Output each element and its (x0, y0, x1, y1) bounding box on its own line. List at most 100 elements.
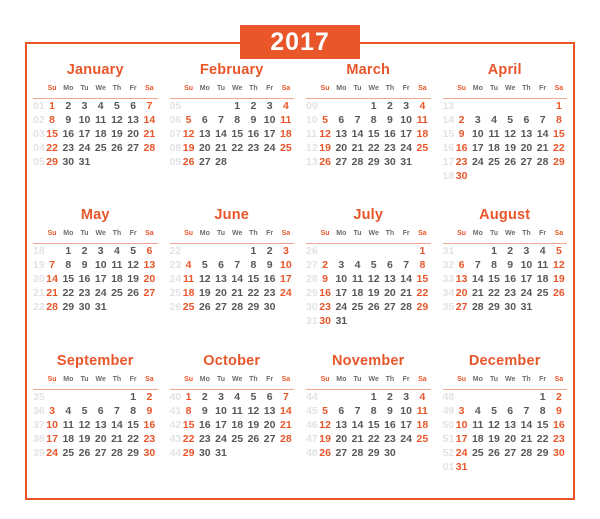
day-cell[interactable]: 23 (382, 141, 398, 155)
day-cell[interactable]: 18 (60, 432, 76, 446)
day-cell[interactable]: 3 (454, 404, 470, 418)
day-cell[interactable]: 14 (213, 127, 229, 141)
day-cell[interactable]: 25 (181, 300, 197, 314)
day-cell[interactable]: 11 (414, 404, 430, 418)
day-cell[interactable]: 22 (125, 432, 141, 446)
day-cell[interactable]: 29 (535, 446, 551, 460)
day-cell[interactable]: 15 (366, 418, 382, 432)
day-cell[interactable]: 15 (535, 418, 551, 432)
day-cell[interactable]: 4 (470, 404, 486, 418)
day-cell[interactable]: 6 (197, 113, 213, 127)
day-cell[interactable]: 21 (141, 127, 157, 141)
day-cell[interactable]: 9 (502, 258, 518, 272)
day-cell[interactable]: 19 (317, 432, 333, 446)
day-cell[interactable]: 2 (197, 389, 213, 404)
day-cell[interactable]: 10 (518, 258, 534, 272)
day-cell[interactable]: 10 (278, 258, 294, 272)
day-cell[interactable]: 24 (44, 446, 60, 460)
day-cell[interactable]: 26 (317, 155, 333, 169)
day-cell[interactable]: 2 (317, 258, 333, 272)
day-cell[interactable]: 3 (470, 113, 486, 127)
day-cell[interactable]: 27 (141, 286, 157, 300)
day-cell[interactable]: 14 (518, 418, 534, 432)
day-cell[interactable]: 6 (93, 404, 109, 418)
day-cell[interactable]: 16 (245, 127, 261, 141)
day-cell[interactable]: 13 (518, 127, 534, 141)
day-cell[interactable]: 13 (213, 272, 229, 286)
day-cell[interactable]: 15 (44, 127, 60, 141)
day-cell[interactable]: 30 (551, 446, 567, 460)
day-cell[interactable]: 8 (181, 404, 197, 418)
day-cell[interactable]: 3 (333, 258, 349, 272)
day-cell[interactable]: 1 (535, 389, 551, 404)
day-cell[interactable]: 4 (109, 244, 125, 259)
day-cell[interactable]: 2 (502, 244, 518, 259)
day-cell[interactable]: 24 (213, 432, 229, 446)
day-cell[interactable]: 27 (93, 446, 109, 460)
day-cell[interactable]: 2 (382, 389, 398, 404)
day-cell[interactable]: 17 (93, 272, 109, 286)
day-cell[interactable]: 3 (213, 389, 229, 404)
day-cell[interactable]: 7 (213, 113, 229, 127)
day-cell[interactable]: 10 (44, 418, 60, 432)
day-cell[interactable]: 27 (213, 300, 229, 314)
day-cell[interactable]: 18 (109, 272, 125, 286)
day-cell[interactable]: 27 (454, 300, 470, 314)
day-cell[interactable]: 13 (197, 127, 213, 141)
day-cell[interactable]: 25 (278, 141, 294, 155)
day-cell[interactable]: 8 (125, 404, 141, 418)
day-cell[interactable]: 2 (382, 99, 398, 114)
day-cell[interactable]: 28 (349, 155, 365, 169)
day-cell[interactable]: 1 (60, 244, 76, 259)
day-cell[interactable]: 11 (349, 272, 365, 286)
day-cell[interactable]: 18 (181, 286, 197, 300)
day-cell[interactable]: 3 (262, 99, 278, 114)
day-cell[interactable]: 31 (213, 446, 229, 460)
day-cell[interactable]: 13 (262, 404, 278, 418)
day-cell[interactable]: 30 (317, 314, 333, 328)
day-cell[interactable]: 9 (317, 272, 333, 286)
day-cell[interactable]: 25 (60, 446, 76, 460)
day-cell[interactable]: 13 (333, 127, 349, 141)
day-cell[interactable]: 21 (278, 418, 294, 432)
day-cell[interactable]: 3 (44, 404, 60, 418)
day-cell[interactable]: 22 (245, 286, 261, 300)
day-cell[interactable]: 2 (262, 244, 278, 259)
day-cell[interactable]: 3 (398, 99, 414, 114)
day-cell[interactable]: 25 (349, 300, 365, 314)
day-cell[interactable]: 4 (414, 99, 430, 114)
day-cell[interactable]: 24 (333, 300, 349, 314)
day-cell[interactable]: 6 (518, 113, 534, 127)
day-cell[interactable]: 10 (470, 127, 486, 141)
day-cell[interactable]: 17 (76, 127, 92, 141)
day-cell[interactable]: 17 (470, 141, 486, 155)
day-cell[interactable]: 10 (262, 113, 278, 127)
day-cell[interactable]: 24 (93, 286, 109, 300)
day-cell[interactable]: 15 (60, 272, 76, 286)
day-cell[interactable]: 30 (76, 300, 92, 314)
day-cell[interactable]: 23 (502, 286, 518, 300)
day-cell[interactable]: 6 (333, 113, 349, 127)
day-cell[interactable]: 25 (486, 155, 502, 169)
day-cell[interactable]: 31 (454, 460, 470, 474)
day-cell[interactable]: 22 (181, 432, 197, 446)
day-cell[interactable]: 7 (349, 113, 365, 127)
day-cell[interactable]: 21 (398, 286, 414, 300)
day-cell[interactable]: 21 (213, 141, 229, 155)
day-cell[interactable]: 8 (229, 113, 245, 127)
day-cell[interactable]: 20 (125, 127, 141, 141)
day-cell[interactable]: 22 (535, 432, 551, 446)
day-cell[interactable]: 24 (262, 141, 278, 155)
day-cell[interactable]: 17 (398, 418, 414, 432)
day-cell[interactable]: 6 (454, 258, 470, 272)
day-cell[interactable]: 14 (470, 272, 486, 286)
day-cell[interactable]: 1 (229, 99, 245, 114)
day-cell[interactable]: 22 (414, 286, 430, 300)
day-cell[interactable]: 28 (229, 300, 245, 314)
day-cell[interactable]: 28 (349, 446, 365, 460)
day-cell[interactable]: 10 (398, 113, 414, 127)
day-cell[interactable]: 29 (245, 300, 261, 314)
day-cell[interactable]: 23 (382, 432, 398, 446)
day-cell[interactable]: 5 (109, 99, 125, 114)
day-cell[interactable]: 7 (518, 404, 534, 418)
